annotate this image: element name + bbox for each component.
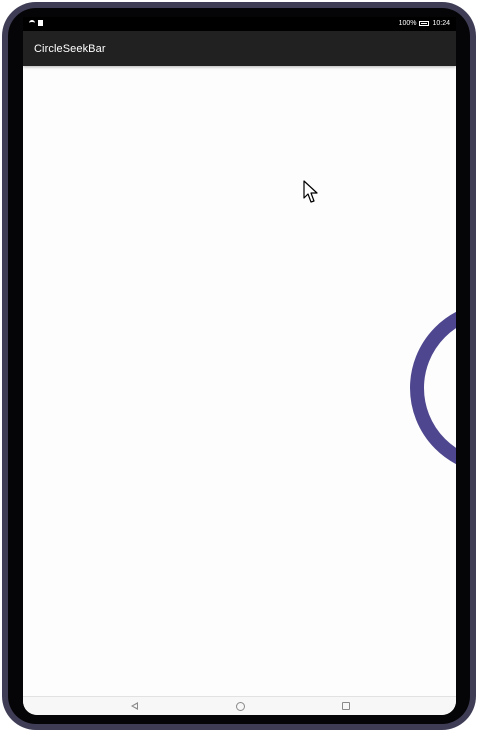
back-icon	[130, 702, 138, 710]
status-bar: 100% 10:24	[23, 17, 456, 31]
back-button[interactable]	[129, 701, 139, 711]
screen: 100% 10:24 CircleSeekBar	[23, 17, 456, 715]
battery-percent: 100%	[398, 20, 417, 27]
wifi-icon	[29, 20, 35, 26]
status-left	[29, 20, 43, 26]
mouse-cursor-icon	[303, 180, 319, 209]
home-button[interactable]	[235, 701, 245, 711]
app-bar: CircleSeekBar	[23, 31, 456, 66]
home-icon	[235, 701, 245, 711]
battery-icon	[419, 21, 430, 26]
recent-apps-icon	[342, 702, 350, 710]
main-content	[23, 66, 456, 697]
circle-seekbar[interactable]	[410, 302, 456, 474]
status-time: 10:24	[432, 20, 450, 27]
navigation-bar	[23, 696, 456, 715]
sim-icon	[38, 20, 43, 26]
app-title: CircleSeekBar	[34, 43, 106, 55]
status-right: 100% 10:24	[399, 20, 450, 27]
recent-apps-button[interactable]	[341, 701, 351, 711]
